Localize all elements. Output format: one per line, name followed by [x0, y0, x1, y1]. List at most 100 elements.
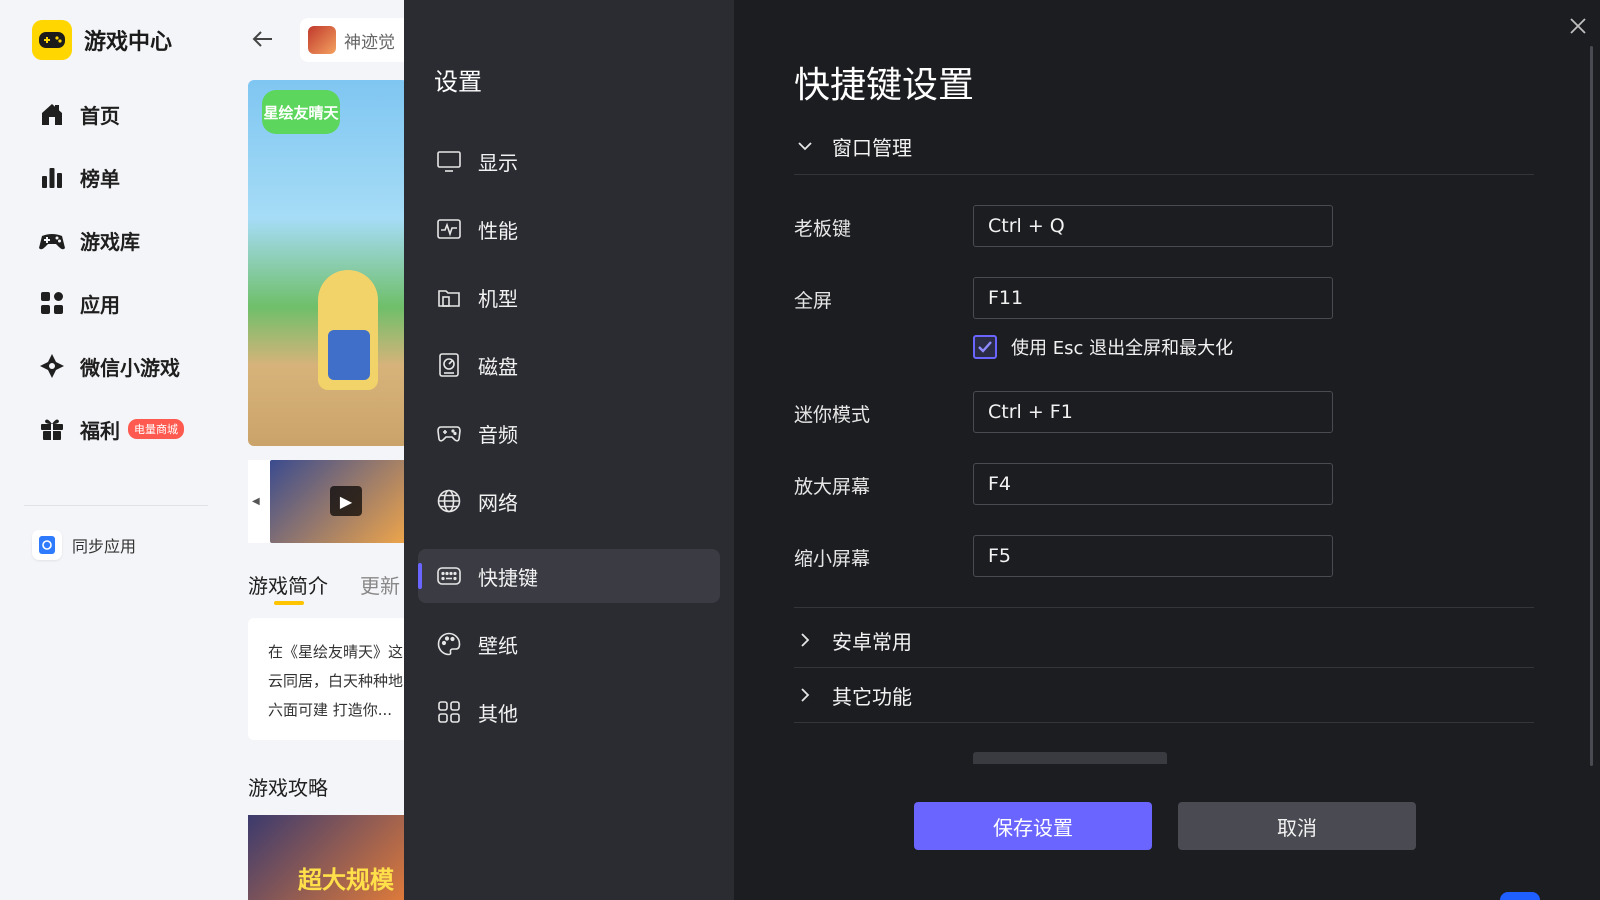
palette-icon	[436, 631, 462, 657]
section-title: 安卓常用	[832, 629, 912, 654]
nav-label: 榜单	[80, 166, 120, 191]
section-title: 其它功能	[832, 684, 912, 709]
settings-menu-other[interactable]: 其他	[418, 685, 720, 739]
app-sidebar: 游戏中心 首页 榜单 游戏库 应用 微信小游戏 福利 电量商城 同步应用	[0, 0, 222, 900]
section-window-management[interactable]: 窗口管理	[794, 126, 912, 166]
power-store-badge[interactable]: 电量商城	[128, 419, 184, 439]
fullscreen-label: 全屏	[794, 290, 833, 312]
game-avatar	[308, 26, 336, 54]
app-name: 游戏中心	[84, 30, 173, 55]
settings-title: 设置	[434, 68, 482, 96]
partially-hidden-input[interactable]	[973, 752, 1167, 764]
zoom-out-key-input[interactable]: F5	[973, 535, 1333, 577]
mini-mode-label: 迷你模式	[794, 404, 871, 426]
zoom-in-key-input[interactable]: F4	[973, 463, 1333, 505]
boss-key-input[interactable]: Ctrl + Q	[973, 205, 1333, 247]
current-game-chip[interactable]: 神迹觉	[300, 18, 420, 62]
settings-menu-disk[interactable]: 磁盘	[418, 338, 720, 392]
game-logo: 星绘友晴天	[262, 90, 340, 134]
intro-line: 在《星绘友晴天》这	[268, 643, 404, 661]
esc-exit-checkbox[interactable]	[973, 335, 997, 359]
intro-line: 六面可建 打造你...	[268, 701, 393, 719]
boss-key-label: 老板键	[794, 218, 852, 240]
divider	[794, 607, 1534, 608]
nav-item-game-library[interactable]: 游戏库	[38, 220, 140, 260]
gamepad-icon	[38, 226, 66, 254]
globe-icon	[436, 488, 462, 514]
settings-menu-audio[interactable]: 音频	[418, 406, 720, 460]
cancel-button[interactable]: 取消	[1178, 802, 1416, 850]
game-hero-image[interactable]: 星绘友晴天	[248, 80, 408, 446]
sync-apps-button[interactable]: 同步应用	[32, 530, 136, 560]
nav-item-benefits[interactable]: 福利 电量商城	[38, 409, 184, 449]
nav-item-apps[interactable]: 应用	[38, 283, 120, 323]
current-game-name: 神迹觉	[344, 32, 395, 53]
guide-section-title: 游戏攻略	[248, 776, 328, 800]
gamepad-icon	[436, 420, 462, 446]
apps-icon	[38, 289, 66, 317]
disk-icon	[436, 352, 462, 378]
character-overalls	[328, 330, 370, 380]
zoom-out-label: 缩小屏幕	[794, 548, 871, 570]
tab-active-indicator	[274, 601, 304, 605]
settings-menu-device[interactable]: 机型	[418, 270, 720, 324]
section-android-common[interactable]: 安卓常用	[794, 620, 912, 660]
menu-label: 性能	[478, 218, 518, 243]
game-intro-card: 在《星绘友晴天》这 云同居，白天种种地 六面可建 打造你...	[248, 618, 408, 740]
nav-label: 福利	[80, 418, 120, 443]
close-icon[interactable]	[1566, 14, 1590, 38]
divider	[794, 667, 1534, 668]
video-thumbnail[interactable]: ▶	[270, 460, 408, 543]
app-logo[interactable]: 游戏中心	[32, 20, 172, 60]
menu-label: 其他	[478, 701, 518, 726]
chevron-right-icon	[794, 684, 816, 706]
save-settings-button[interactable]: 保存设置	[914, 802, 1152, 850]
scrollbar[interactable]	[1590, 46, 1593, 766]
guide-banner-text: 超大规模	[298, 866, 394, 894]
device-icon	[436, 284, 462, 310]
nav-item-ranking[interactable]: 榜单	[38, 157, 120, 197]
nav-label: 游戏库	[80, 229, 140, 254]
menu-label: 音频	[478, 422, 518, 447]
esc-exit-option[interactable]: 使用 Esc 退出全屏和最大化	[973, 334, 1233, 360]
guide-banner[interactable]: 超大规模	[248, 815, 408, 900]
settings-menu-performance[interactable]: 性能	[418, 202, 720, 256]
prev-arrow-icon[interactable]: ◀	[252, 496, 260, 507]
active-menu-indicator	[418, 563, 422, 589]
nav-item-wechat-games[interactable]: 微信小游戏	[38, 346, 180, 386]
grid-icon	[436, 699, 462, 725]
sync-icon	[32, 530, 62, 560]
nav-item-home[interactable]: 首页	[38, 94, 120, 134]
chevron-down-icon	[794, 135, 816, 157]
back-arrow-icon[interactable]	[250, 26, 276, 56]
menu-label: 机型	[478, 286, 518, 311]
wechat-game-icon	[38, 352, 66, 380]
fullscreen-key-input[interactable]: F11	[973, 277, 1333, 319]
divider	[794, 174, 1534, 175]
menu-label: 显示	[478, 150, 518, 175]
hotkey-settings-title: 快捷键设置	[794, 65, 975, 106]
keyboard-icon	[436, 563, 462, 589]
settings-menu-display[interactable]: 显示	[418, 134, 720, 188]
mini-mode-key-input[interactable]: Ctrl + F1	[973, 391, 1333, 433]
menu-label: 网络	[478, 490, 518, 515]
play-icon[interactable]: ▶	[330, 486, 362, 516]
nav-label: 应用	[80, 292, 120, 317]
media-thumbnails: ◀ ▶	[248, 460, 408, 543]
settings-menu-wallpaper[interactable]: 壁纸	[418, 617, 720, 671]
home-icon	[38, 100, 66, 128]
sidebar-divider	[24, 505, 208, 506]
menu-label: 壁纸	[478, 633, 518, 658]
esc-exit-label: 使用 Esc 退出全屏和最大化	[1011, 338, 1234, 359]
gift-icon	[38, 415, 66, 443]
section-other-functions[interactable]: 其它功能	[794, 675, 912, 715]
section-title: 窗口管理	[832, 135, 912, 160]
chevron-right-icon	[794, 629, 816, 651]
zoom-in-label: 放大屏幕	[794, 476, 871, 498]
tab-updates[interactable]: 更新	[360, 570, 400, 599]
settings-menu-network[interactable]: 网络	[418, 474, 720, 528]
settings-menu-hotkeys[interactable]: 快捷键	[418, 549, 720, 603]
tab-intro[interactable]: 游戏简介	[248, 570, 328, 599]
sync-apps-label: 同步应用	[72, 537, 137, 556]
floating-indicator	[1500, 892, 1540, 900]
